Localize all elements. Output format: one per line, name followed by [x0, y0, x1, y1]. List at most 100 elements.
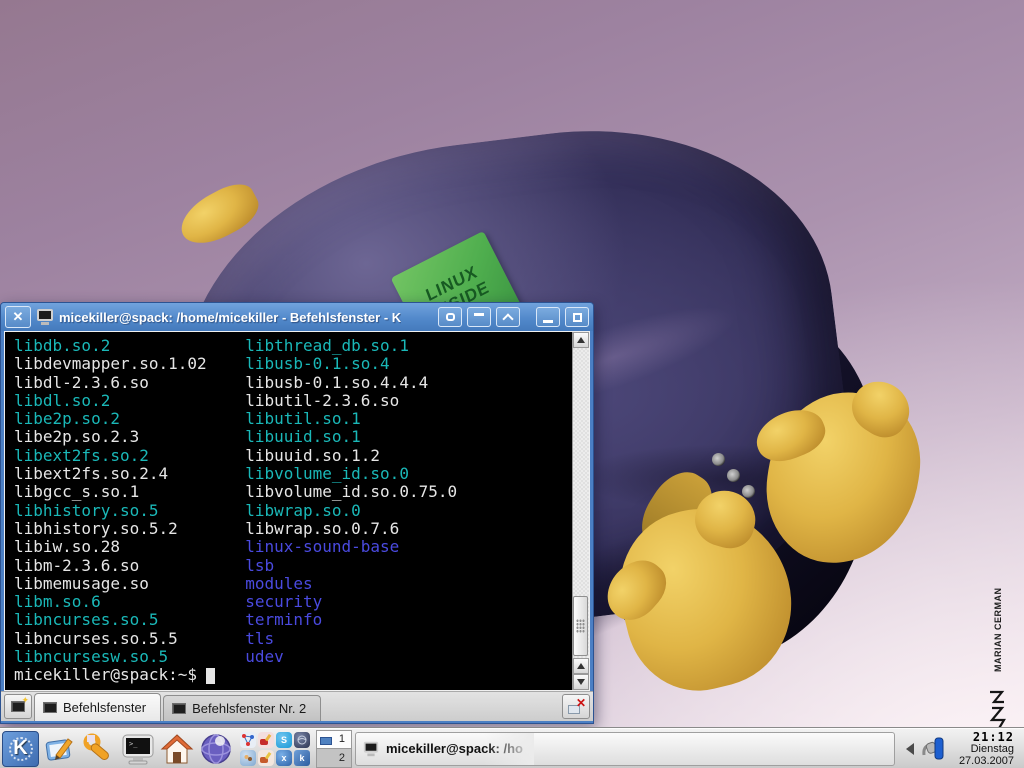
tab-befehlsfenster-2[interactable]: Befehlsfenster Nr. 2 [163, 695, 321, 721]
maximize-icon [573, 313, 582, 322]
terminal-line: libm.so.6security [14, 593, 572, 611]
mini-launcher-grid: S x k [240, 732, 310, 766]
pager-desktop-1[interactable]: 1 [317, 731, 351, 749]
scroll-down-button[interactable] [573, 674, 589, 690]
clock-time: 21:12 [973, 731, 1014, 743]
terminal-line: libiw.so.28linux-sound-base [14, 538, 572, 556]
tab-label: Befehlsfenster Nr. 2 [192, 701, 306, 716]
launcher-wrench-settings[interactable] [81, 731, 117, 767]
task-label-fade [484, 733, 534, 765]
terminal-text: libncurses.so.5.5 [14, 630, 245, 648]
terminal-text: libuuid.so.1 [245, 427, 361, 446]
terminal-window-icon [36, 309, 54, 325]
terminal-text: libthread_db.so.1 [245, 336, 409, 355]
terminal-text: libvolume_id.so.0 [245, 464, 409, 483]
paint-brush-icon[interactable] [258, 732, 274, 748]
terminal-line: libdl-2.3.6.solibusb-0.1.so.4.4.4 [14, 374, 572, 392]
pager-window-thumb [320, 737, 332, 745]
terminal-text: libe2p.so.2.3 [14, 428, 245, 446]
close-session-button[interactable]: ✕ [562, 694, 590, 719]
network-nodes-icon[interactable] [240, 732, 256, 748]
pager-label-1: 1 [339, 733, 345, 745]
session-tabbar: ✦ Befehlsfenster Befehlsfenster Nr. 2 ✕ [1, 691, 593, 721]
terminal-text: libutil-2.3.6.so [245, 391, 399, 410]
blue-x-ball-icon[interactable]: x [276, 750, 292, 766]
audio-port-dot [742, 485, 755, 498]
terminal-text: libiw.so.28 [14, 538, 245, 556]
terminal-screen[interactable]: libdb.so.2libthread_db.so.1libdevmapper.… [5, 332, 572, 690]
terminal-line: libhistory.so.5libwrap.so.0 [14, 502, 572, 520]
desktop-pager: 1 2 [316, 730, 352, 768]
skype-icon[interactable]: S [276, 732, 292, 748]
terminal-text: modules [245, 574, 312, 593]
terminal-text: lsb [245, 556, 274, 575]
launcher-notes-pencil[interactable] [42, 731, 78, 767]
terminal-text: micekiller@spack:~$ [14, 665, 197, 684]
terminal-line: libmemusage.somodules [14, 575, 572, 593]
scroll-up-button[interactable] [573, 332, 589, 348]
terminal-text: libdl-2.3.6.so [14, 374, 245, 392]
terminal-text: libncurses.so.5 [14, 611, 245, 629]
tab-befehlsfenster-1[interactable]: Befehlsfenster [34, 693, 161, 721]
scroll-up-button-bottom[interactable] [573, 658, 589, 674]
power-plug-tray-icon[interactable] [921, 735, 947, 763]
plug-icon [921, 735, 947, 763]
terminal-scrollbar[interactable] [572, 332, 589, 690]
tab-terminal-icon [43, 702, 57, 713]
keep-above-icon [502, 313, 513, 324]
home-icon [160, 733, 194, 765]
launcher-konsole[interactable]: >_ [120, 731, 156, 767]
pager-desktop-2[interactable]: 2 [317, 748, 351, 767]
titlebar[interactable]: ✕ micekiller@spack: /home/micekiller - B… [1, 303, 593, 331]
terminal-text: libe2p.so.2 [14, 410, 245, 428]
terminal-line: libdl.so.2libutil-2.3.6.so [14, 392, 572, 410]
maximize-button[interactable] [565, 307, 589, 327]
terminal-line: libncurses.so.5terminfo [14, 611, 572, 629]
keep-above-button[interactable] [496, 307, 520, 327]
paint-brush-2-icon[interactable] [258, 750, 274, 766]
launcher-web-browser[interactable] [198, 731, 234, 767]
minimize-icon [543, 320, 553, 323]
scrollbar-thumb[interactable] [573, 596, 588, 656]
gear-ring-icon [9, 737, 33, 761]
scrollbar-track[interactable] [573, 348, 589, 658]
svg-text:>_: >_ [129, 740, 138, 748]
terminal-text: libhistory.so.5.2 [14, 520, 245, 538]
artist-credit: MARIAN CERMAN [993, 592, 1007, 672]
konsole-window: ✕ micekiller@spack: /home/micekiller - B… [0, 302, 594, 724]
taskbar-entry-konsole[interactable]: micekiller@spack: /ho [355, 732, 895, 766]
terminal-cursor [206, 668, 215, 684]
launcher-home-folder[interactable] [159, 731, 195, 767]
down-arrow-icon [577, 679, 585, 685]
clock-applet[interactable]: 21:12 Dienstag 27.03.2007 [950, 731, 1022, 767]
close-button[interactable]: ✕ [5, 306, 31, 328]
terminal-text: libuuid.so.1.2 [245, 446, 380, 465]
clock-day: Dienstag [971, 743, 1014, 755]
terminal-text: terminfo [245, 610, 322, 629]
globe-icon [200, 733, 232, 765]
terminal-text: libm-2.3.6.so [14, 557, 245, 575]
terminal-text: libusb-0.1.so.4 [245, 354, 390, 373]
new-session-button[interactable]: ✦ [4, 694, 32, 719]
tab-terminal-icon [172, 703, 186, 714]
konsole-terminal-icon: >_ [121, 733, 155, 765]
kicker-panel: K >_ [0, 728, 1024, 768]
terminal-text: libvolume_id.so.0.75.0 [245, 482, 457, 501]
panel-hide-arrow[interactable] [906, 743, 914, 755]
blue-app-square-icon[interactable]: k [294, 750, 310, 766]
k-menu-button[interactable]: K [2, 731, 39, 767]
terminal-text: libutil.so.1 [245, 409, 361, 428]
shade-button[interactable] [467, 307, 491, 327]
shade-icon [474, 313, 484, 316]
pager-label-2: 2 [339, 752, 345, 764]
minimize-button[interactable] [536, 307, 560, 327]
sticky-button[interactable] [438, 307, 462, 327]
thumb-grip-dots [576, 619, 585, 633]
terminal-line: libdb.so.2libthread_db.so.1 [14, 337, 572, 355]
clock-date: 27.03.2007 [959, 755, 1014, 767]
terminal-line: libe2p.so.2libutil.so.1 [14, 410, 572, 428]
globe-faces-icon[interactable] [240, 750, 256, 766]
dark-globe-icon[interactable] [294, 732, 310, 748]
terminal-text: tls [245, 629, 274, 648]
terminal-text: libext2fs.so.2 [14, 447, 245, 465]
